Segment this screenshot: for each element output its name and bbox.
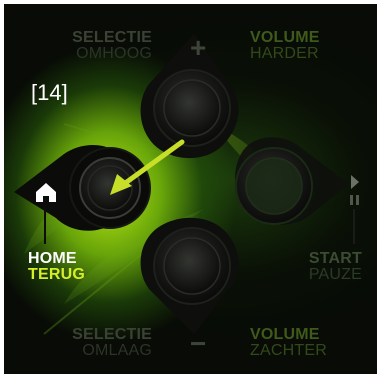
selection-up-label: SELECTIE OMHOOG — [72, 29, 152, 62]
volume-up-label: VOLUME HARDER — [250, 29, 320, 62]
minus-symbol: − — [190, 328, 207, 359]
volume-down-label: VOLUME ZACHTER — [250, 326, 327, 359]
remote-frame: + − [14] SELECTIE OMHOOG VOLUME HARDER H… — [0, 0, 381, 378]
home-label: HOME TERUG — [28, 250, 85, 283]
remote-control-panel: + − [14] SELECTIE OMHOOG VOLUME HARDER H… — [4, 4, 377, 374]
reference-number: [14] — [31, 80, 68, 105]
plus-symbol: + — [190, 32, 207, 63]
down-button[interactable] — [140, 217, 239, 334]
pause-icon — [350, 195, 359, 205]
play-icon — [351, 175, 359, 189]
right-button[interactable] — [235, 137, 349, 225]
selection-down-label: SELECTIE OMLAAG — [72, 326, 152, 359]
home-button[interactable] — [14, 144, 151, 231]
start-label: START PAUZE — [308, 250, 362, 283]
